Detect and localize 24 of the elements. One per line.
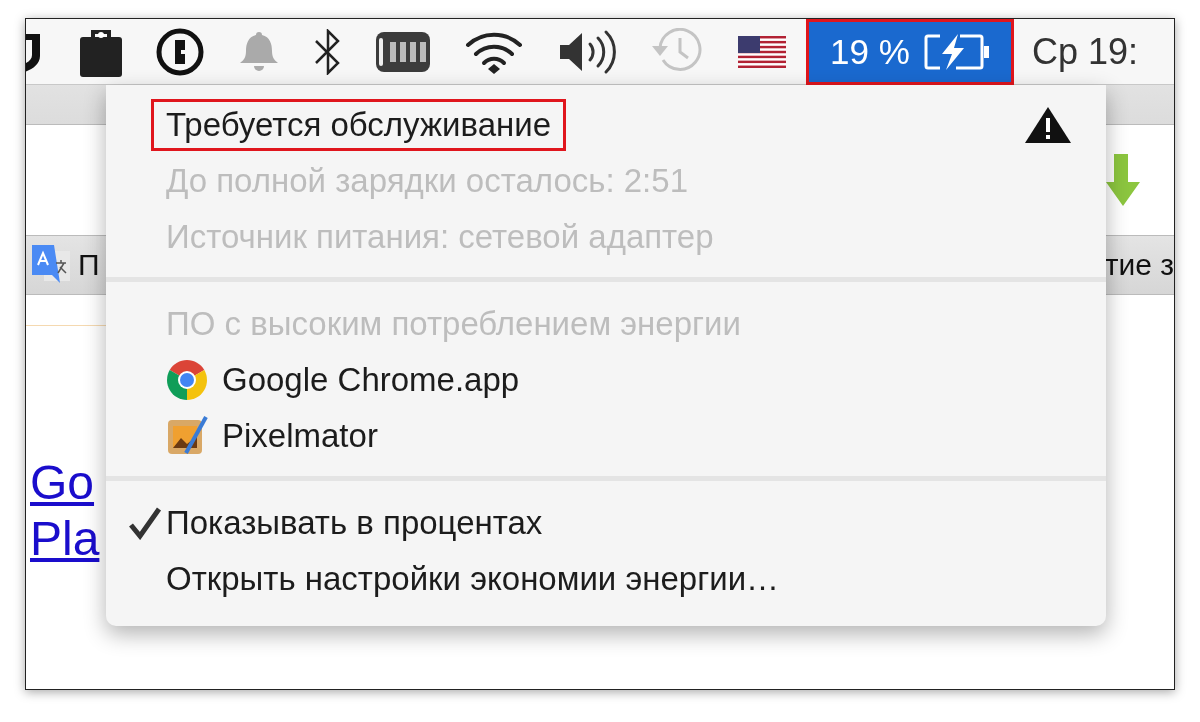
warning-icon: [1024, 106, 1072, 144]
memory-meter-icon[interactable]: [376, 31, 430, 72]
keyhole-icon[interactable]: [156, 27, 204, 76]
battery-status[interactable]: 19 %: [806, 19, 1014, 85]
menu-label: Требуется обслуживание: [151, 99, 567, 151]
menu-item[interactable]: Pixelmator: [222, 417, 378, 455]
charging-battery-icon: [923, 33, 990, 70]
shield-icon[interactable]: [26, 31, 40, 72]
menu-label: Источник питания: сетевой адаптер: [166, 218, 714, 256]
page-link[interactable]: Pla: [30, 511, 100, 567]
bluetooth-icon[interactable]: [314, 28, 342, 75]
browser-app-icon: [166, 359, 208, 401]
menu-item[interactable]: Открыть настройки экономии энергии…: [166, 560, 780, 598]
bookmark-label[interactable]: тие з: [1104, 248, 1174, 282]
image-editor-app-icon: [166, 415, 208, 457]
menu-label: ПО с высоким потреблением энергии: [166, 305, 741, 343]
menu-item[interactable]: Показывать в процентах: [166, 504, 543, 542]
volume-icon[interactable]: [558, 28, 616, 75]
menu-label: До полной зарядки осталось: 2:51: [166, 162, 688, 200]
menu-item[interactable]: Google Chrome.app: [222, 361, 520, 399]
flag-icon[interactable]: [738, 35, 786, 68]
menu-bar-clock[interactable]: Ср 19:: [1032, 30, 1139, 73]
bookmark-label[interactable]: П: [78, 248, 100, 282]
page-link[interactable]: Go: [30, 455, 100, 511]
